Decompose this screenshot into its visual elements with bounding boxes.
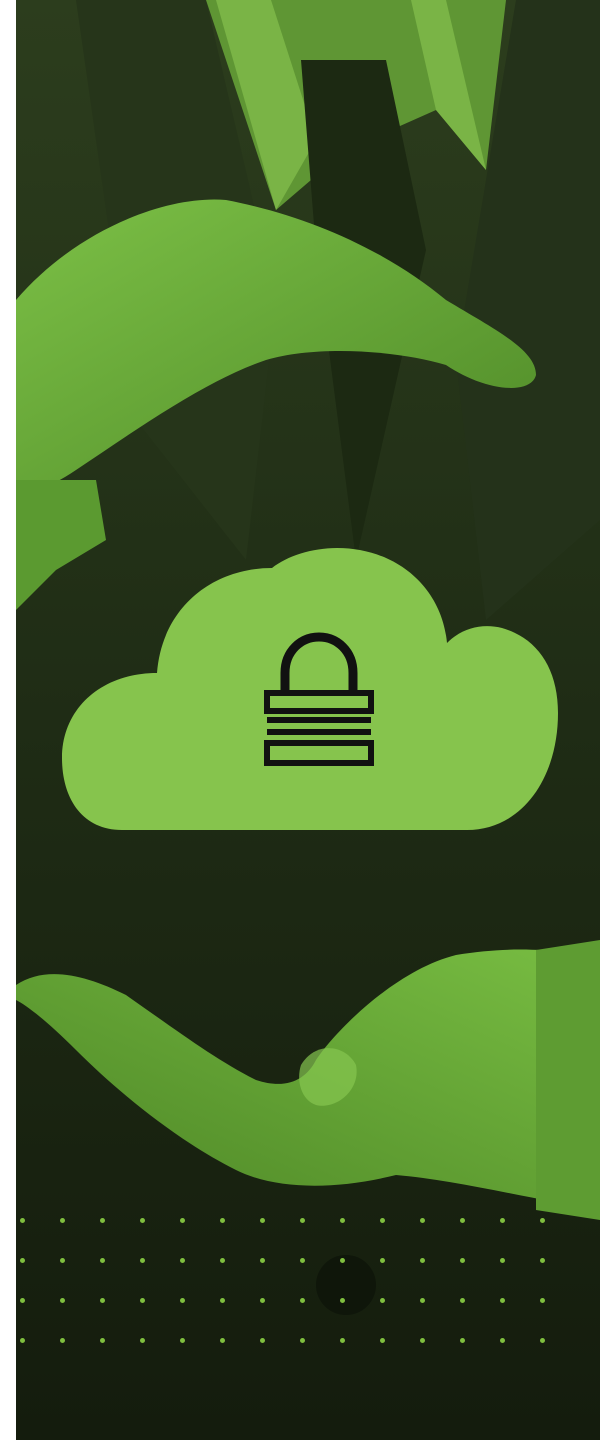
grid-dot xyxy=(380,1338,385,1343)
padlock-icon xyxy=(263,631,375,771)
grid-dot xyxy=(500,1338,505,1343)
grid-dot xyxy=(20,1218,25,1223)
grid-dot xyxy=(20,1298,25,1303)
grid-dot xyxy=(380,1218,385,1223)
grid-dot xyxy=(100,1218,105,1223)
grid-dot xyxy=(260,1338,265,1343)
grid-dot xyxy=(180,1338,185,1343)
grid-dot xyxy=(460,1338,465,1343)
grid-dot xyxy=(60,1258,65,1263)
grid-dot xyxy=(180,1258,185,1263)
grid-dot xyxy=(100,1258,105,1263)
grid-dot xyxy=(340,1218,345,1223)
grid-dot xyxy=(540,1338,545,1343)
grid-dot xyxy=(420,1338,425,1343)
grid-dot xyxy=(420,1218,425,1223)
grid-dot xyxy=(300,1218,305,1223)
grid-dot xyxy=(20,1338,25,1343)
protection-photo xyxy=(16,0,600,1440)
grid-dot xyxy=(180,1298,185,1303)
grid-dot xyxy=(500,1298,505,1303)
grid-dot xyxy=(460,1258,465,1263)
grid-dot xyxy=(500,1218,505,1223)
grid-dot xyxy=(100,1338,105,1343)
grid-dot xyxy=(380,1258,385,1263)
grid-dot xyxy=(540,1298,545,1303)
grid-dot xyxy=(460,1298,465,1303)
image-canvas xyxy=(0,0,600,1440)
grid-dot xyxy=(220,1258,225,1263)
grid-dot xyxy=(100,1298,105,1303)
grid-dot xyxy=(540,1218,545,1223)
grid-dot xyxy=(260,1218,265,1223)
grid-dot xyxy=(420,1258,425,1263)
grid-dot xyxy=(460,1218,465,1223)
grid-dot xyxy=(340,1338,345,1343)
grid-dot xyxy=(220,1298,225,1303)
grid-dot xyxy=(60,1338,65,1343)
grid-dot xyxy=(260,1258,265,1263)
grid-dot xyxy=(60,1298,65,1303)
grid-dot xyxy=(180,1218,185,1223)
dot-grid xyxy=(16,1218,600,1348)
grid-dot xyxy=(260,1298,265,1303)
grid-dot xyxy=(300,1338,305,1343)
grid-dot xyxy=(140,1218,145,1223)
grid-dot xyxy=(340,1298,345,1303)
grid-dot xyxy=(300,1298,305,1303)
grid-dot xyxy=(140,1298,145,1303)
grid-dot xyxy=(380,1298,385,1303)
grid-dot xyxy=(500,1258,505,1263)
grid-dot xyxy=(140,1258,145,1263)
grid-dot xyxy=(60,1218,65,1223)
grid-dot xyxy=(220,1338,225,1343)
grid-dot xyxy=(140,1338,145,1343)
grid-dot xyxy=(340,1258,345,1263)
grid-dot xyxy=(300,1258,305,1263)
grid-dot xyxy=(540,1258,545,1263)
grid-dot xyxy=(20,1258,25,1263)
grid-dot xyxy=(220,1218,225,1223)
grid-dot xyxy=(420,1298,425,1303)
